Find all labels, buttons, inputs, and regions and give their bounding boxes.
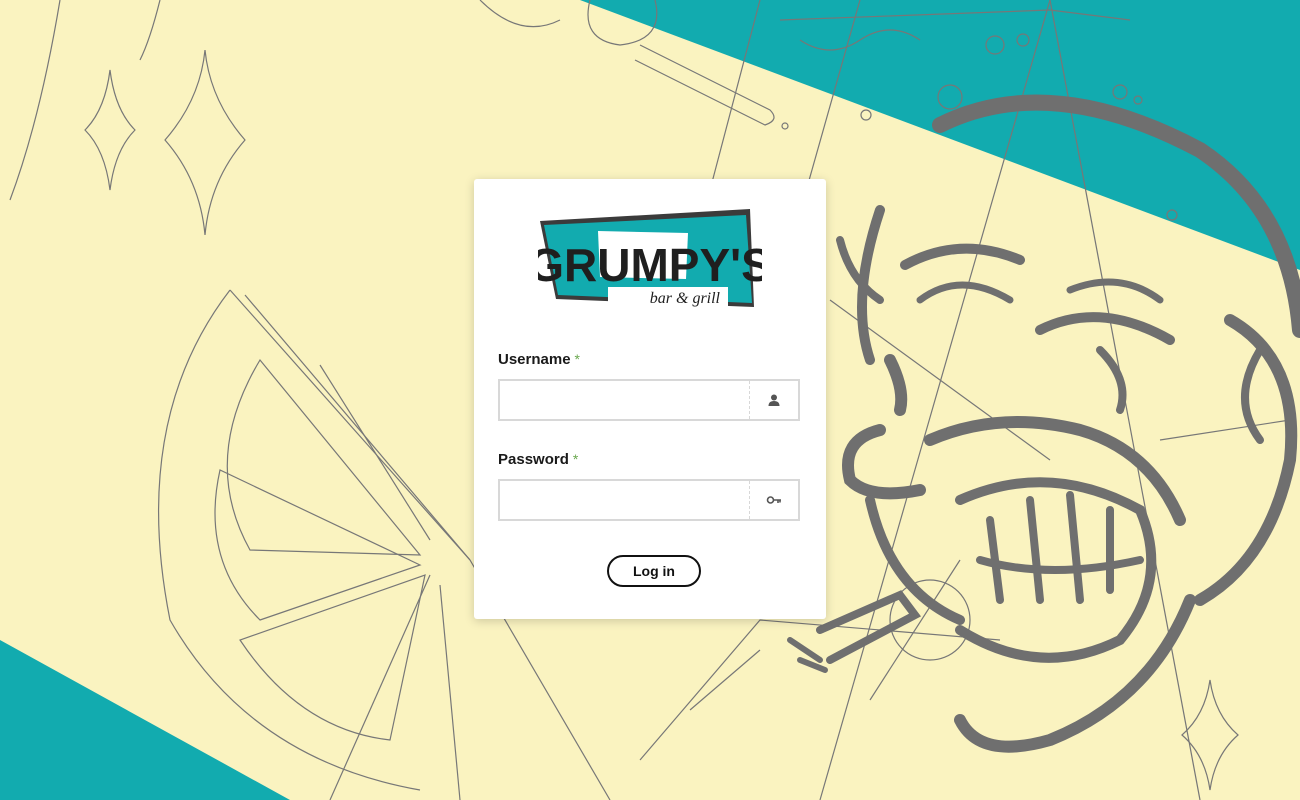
- password-input[interactable]: [500, 481, 749, 519]
- password-label: Password *: [498, 451, 579, 468]
- username-label: Username *: [498, 351, 580, 368]
- username-field-group: [498, 379, 800, 421]
- key-icon: [749, 481, 798, 519]
- password-field-group: [498, 479, 800, 521]
- login-card: GRUMPY'S bar & grill Username * Password *…: [474, 179, 826, 619]
- grumpys-logo: GRUMPY'S bar & grill: [538, 209, 762, 309]
- username-input[interactable]: [500, 381, 749, 419]
- user-icon: [749, 381, 798, 419]
- username-required-mark: *: [574, 351, 580, 367]
- svg-text:bar & grill: bar & grill: [650, 290, 721, 307]
- svg-text:GRUMPY'S: GRUMPY'S: [538, 239, 762, 291]
- password-required-mark: *: [572, 451, 579, 467]
- login-button[interactable]: Log in: [607, 555, 701, 587]
